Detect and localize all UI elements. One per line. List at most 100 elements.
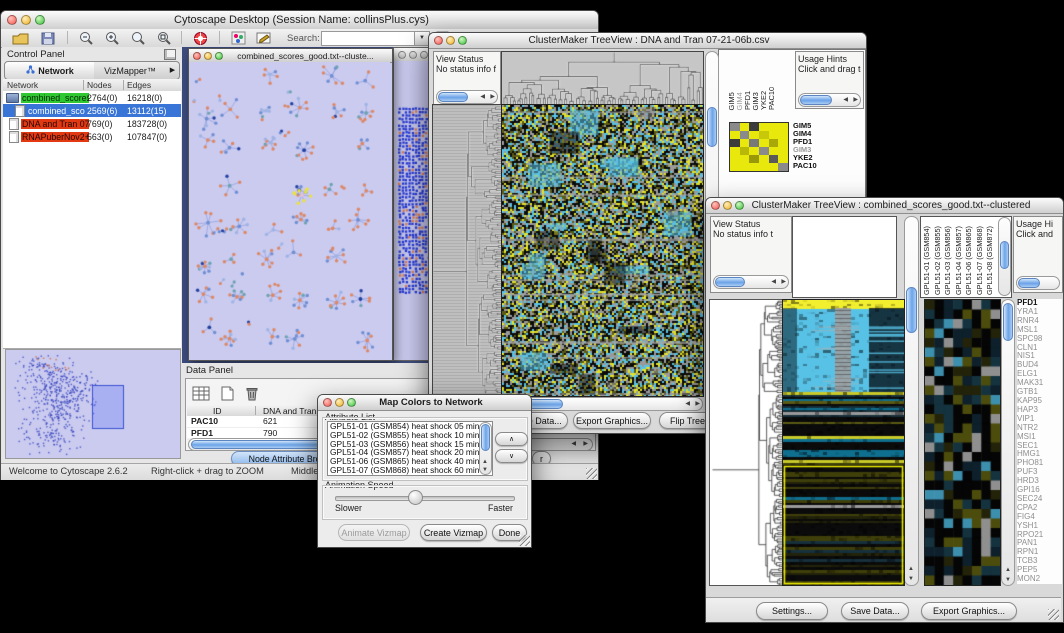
scroll-right-icon[interactable]: ▶ <box>490 94 495 100</box>
zoom-selected-icon[interactable] <box>127 28 149 48</box>
node-view-icon[interactable] <box>227 28 249 48</box>
scroll-down-icon[interactable]: ▼ <box>908 576 914 582</box>
network-table-row[interactable]: DNA and Tran 07769(0)183728(0) <box>3 117 181 130</box>
network-view-window-1[interactable]: combined_scores_good.txt--cluste... <box>188 48 393 361</box>
treeview2-column-dendrogram[interactable] <box>792 216 897 298</box>
resize-grip[interactable] <box>1048 609 1059 620</box>
attribute-list-vscrollbar[interactable]: ▲ ▼ <box>479 422 492 475</box>
resize-grip[interactable] <box>519 535 530 546</box>
create-vizmap-button[interactable]: Create Vizmap <box>420 524 487 541</box>
scroll-down-icon[interactable]: ▼ <box>482 467 488 473</box>
scroll-right-icon[interactable]: ▶ <box>695 401 700 407</box>
scrollbar-thumb[interactable] <box>1018 278 1040 288</box>
tab-vizmapper[interactable]: VizMapper™ <box>94 61 167 80</box>
column-labels-vscrollbar[interactable] <box>998 217 1011 296</box>
move-down-button[interactable]: ∨ <box>495 449 528 463</box>
treeview2-row-dendrogram[interactable] <box>709 299 783 586</box>
zoom-button[interactable] <box>215 52 223 60</box>
scroll-up-icon[interactable]: ▲ <box>482 459 488 465</box>
close-button[interactable] <box>398 51 406 59</box>
scrollbar-thumb[interactable] <box>906 287 917 333</box>
network-table-row[interactable]: combined_sco2569(6)13112(15) <box>3 104 181 117</box>
close-button[interactable] <box>434 36 443 45</box>
scrollbar-thumb[interactable] <box>438 92 468 102</box>
treeview1-row-dendrogram[interactable] <box>432 104 503 397</box>
network1-titlebar[interactable]: combined_scores_good.txt--cluste... <box>189 49 392 63</box>
attribute-list-item[interactable]: GPL51-07 (GSM868) heat shock 60 min <box>328 466 492 475</box>
zoom-button[interactable] <box>735 201 744 210</box>
resize-grip[interactable] <box>586 468 597 479</box>
scroll-up-icon[interactable]: ▲ <box>1005 567 1011 573</box>
scrollbar-thumb[interactable] <box>481 424 490 451</box>
zoom-button[interactable] <box>347 398 356 407</box>
tab-overflow-button[interactable]: ▶ <box>166 61 180 80</box>
search-input[interactable] <box>321 31 417 46</box>
birdseye-view[interactable] <box>5 349 181 459</box>
minimize-button[interactable] <box>409 51 417 59</box>
zoom-out-icon[interactable] <box>75 28 97 48</box>
annotation-icon[interactable] <box>253 28 275 48</box>
scrollbar-thumb[interactable] <box>191 440 321 449</box>
view-status-hscrollbar[interactable]: ◀ ▶ <box>713 275 789 289</box>
move-up-button[interactable]: ∧ <box>495 432 528 446</box>
network-table-row[interactable]: combined_scores2764(0)16218(0) <box>3 91 181 104</box>
attribute-listbox[interactable]: GPL51-01 (GSM854) heat shock 05 minGPL51… <box>327 421 493 476</box>
usage-hints-hscrollbar[interactable] <box>1016 276 1060 290</box>
minimize-button[interactable] <box>21 15 31 25</box>
scroll-left-icon[interactable]: ◀ <box>571 441 576 447</box>
minimize-button[interactable] <box>446 36 455 45</box>
help-ring-icon[interactable] <box>189 28 211 48</box>
zoom-in-icon[interactable] <box>101 28 123 48</box>
close-button[interactable] <box>711 201 720 210</box>
speed-slider-thumb[interactable] <box>408 490 423 505</box>
network-view-1[interactable] <box>189 62 390 358</box>
scroll-left-icon[interactable]: ◀ <box>843 97 848 103</box>
float-panel-icon[interactable] <box>164 49 176 60</box>
scroll-right-icon[interactable]: ▶ <box>781 279 786 285</box>
treeview1-zoom-heatmap[interactable] <box>729 122 789 172</box>
animate-vizmap-button[interactable]: Animate Vizmap <box>338 524 410 541</box>
zoom-button[interactable] <box>458 36 467 45</box>
scrollbar-thumb[interactable] <box>800 95 832 105</box>
zoom-vscrollbar[interactable]: ▲ ▼ <box>1001 299 1015 586</box>
treeview2-heatmap[interactable] <box>782 299 905 586</box>
scroll-up-icon[interactable]: ▲ <box>908 566 914 572</box>
save-icon[interactable] <box>37 28 59 48</box>
treeview1-heatmap[interactable] <box>501 104 704 397</box>
zoom-button[interactable] <box>420 51 428 59</box>
scroll-left-icon[interactable]: ◀ <box>480 94 485 100</box>
view-status-hscrollbar[interactable]: ◀ ▶ <box>436 90 498 104</box>
usage-hints-hscrollbar[interactable]: ◀ ▶ <box>798 93 861 107</box>
scroll-left-icon[interactable]: ◀ <box>771 279 776 285</box>
attribute-table-icon[interactable] <box>190 383 212 403</box>
zoom-fit-icon[interactable] <box>153 28 175 48</box>
scroll-down-icon[interactable]: ▼ <box>1005 577 1011 583</box>
delete-attribute-icon[interactable] <box>240 383 262 403</box>
scrollbar-thumb[interactable] <box>715 277 745 287</box>
close-button[interactable] <box>193 52 201 60</box>
scrollbar-thumb[interactable] <box>1003 303 1013 341</box>
open-folder-icon[interactable] <box>9 28 31 48</box>
minimize-button[interactable] <box>204 52 212 60</box>
new-attribute-icon[interactable] <box>216 383 238 403</box>
export-graphics-button[interactable]: Export Graphics... <box>921 602 1017 620</box>
save-data-button[interactable]: Save Data... <box>841 602 909 620</box>
treeview2-zoom-heatmap[interactable] <box>924 299 1001 586</box>
minimize-button[interactable] <box>723 201 732 210</box>
close-button[interactable] <box>323 398 332 407</box>
close-button[interactable] <box>7 15 17 25</box>
scroll-left-icon[interactable]: ◀ <box>685 401 690 407</box>
scroll-right-icon[interactable]: ▶ <box>853 97 858 103</box>
treeview1-column-dendrogram[interactable] <box>501 51 704 106</box>
tab-network[interactable]: Network <box>4 61 96 80</box>
scrollbar-thumb[interactable] <box>707 107 717 147</box>
treeview1-titlebar[interactable]: ClusterMaker TreeView : DNA and Tran 07-… <box>429 33 866 49</box>
speed-slider-track[interactable] <box>335 496 515 501</box>
dialog-titlebar[interactable]: Map Colors to Network <box>318 395 531 411</box>
settings-button[interactable]: Settings... <box>756 602 828 620</box>
export-graphics-button[interactable]: Export Graphics... <box>573 412 651 429</box>
zoom-button[interactable] <box>35 15 45 25</box>
treeview2-vscrollbar[interactable]: ▲ ▼ <box>904 216 919 586</box>
minimize-button[interactable] <box>335 398 344 407</box>
treeview2-titlebar[interactable]: ClusterMaker TreeView : combined_scores_… <box>706 198 1063 214</box>
